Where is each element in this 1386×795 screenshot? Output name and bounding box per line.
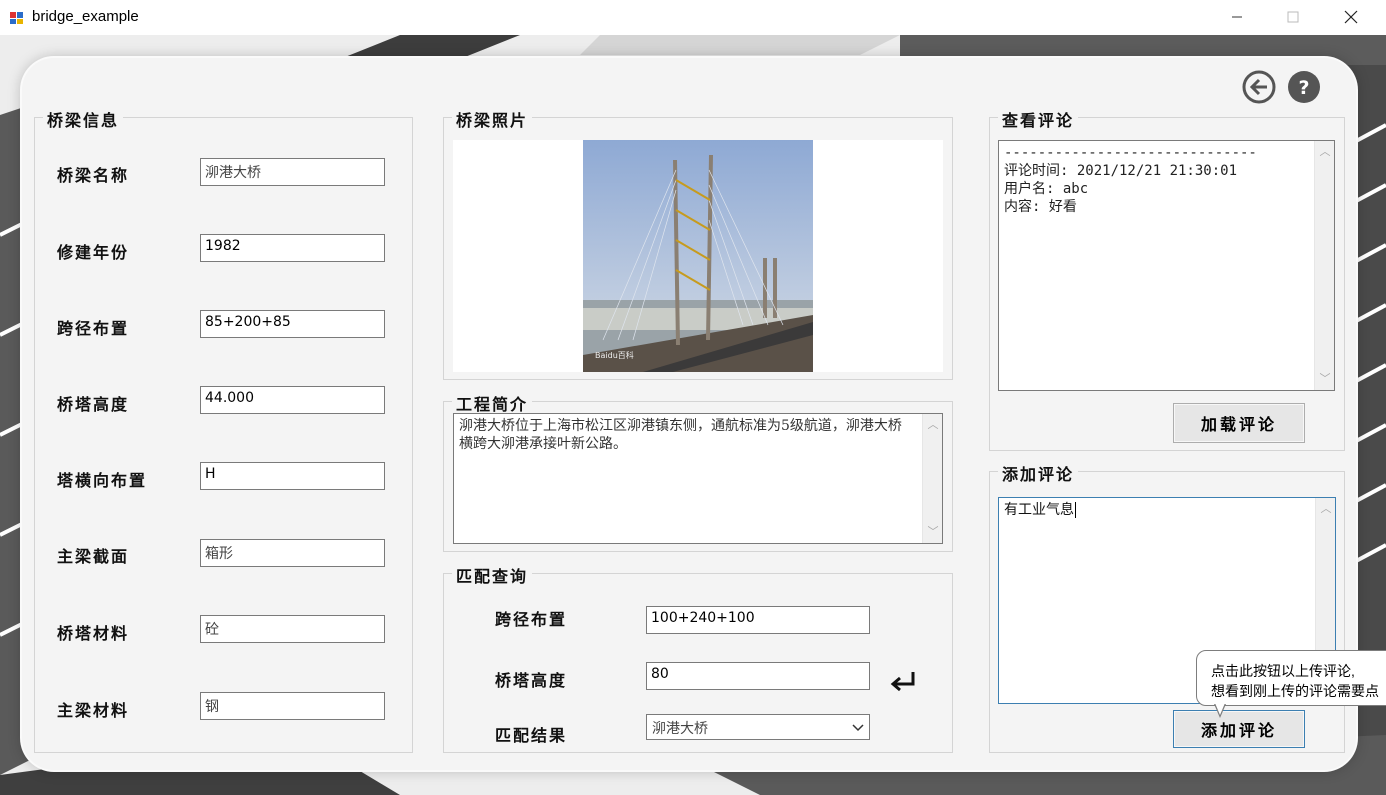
bridge-info-group: 桥梁信息 [34,107,413,753]
bridge-photo-image: Baidu百科 [583,140,813,372]
tooltip-line-2: 想看到刚上传的评论需要点 [1211,683,1379,699]
tower-height-label: 桥塔高度 [57,395,130,414]
scroll-up-icon[interactable]: ︿ [923,416,943,434]
build-year-field[interactable]: 1982 [200,234,385,262]
app-icon [10,12,23,24]
match-height-label: 桥塔高度 [495,671,568,690]
load-comments-button[interactable]: 加载评论 [1173,403,1305,443]
scroll-down-icon[interactable]: ﹀ [1315,370,1335,388]
tooltip-line-1: 点击此按钮以上传评论, [1211,663,1355,679]
girder-section-field[interactable]: 箱形 [200,539,385,567]
build-year-label: 修建年份 [57,243,130,262]
bridge-photo-legend: 桥梁照片 [452,107,533,131]
close-button[interactable] [1328,0,1374,34]
girder-material-label: 主梁材料 [57,701,130,720]
window-titlebar: bridge_example [0,0,1386,35]
bridge-info-legend: 桥梁信息 [43,107,124,131]
comments-display[interactable]: ------------------------------ 评论时间: 202… [998,140,1335,391]
scroll-up-icon[interactable]: ︿ [1316,500,1336,518]
add-comment-button[interactable]: 添加评论 [1173,710,1305,748]
bridge-name-label: 桥梁名称 [57,166,130,185]
girder-material-field[interactable]: 钢 [200,692,385,720]
enter-return-icon[interactable] [889,670,917,694]
view-comments-legend: 查看评论 [998,107,1079,131]
comment-divider: ------------------------------ [1004,145,1257,161]
match-result-value: 泖港大桥 [652,721,708,737]
comment-user: 用户名: abc [1004,181,1089,197]
tower-transverse-label: 塔横向布置 [57,471,148,490]
tower-material-field[interactable]: 砼 [200,615,385,643]
maximize-button[interactable] [1270,0,1316,34]
comments-scrollbar[interactable]: ︿ ﹀ [1314,141,1334,390]
scroll-down-icon[interactable]: ﹀ [923,523,943,541]
project-intro-legend: 工程简介 [452,391,533,415]
tooltip-tail-fill [1215,703,1225,715]
minimize-icon [1232,16,1242,18]
bridge-photo: Baidu百科 [583,140,813,372]
tower-height-field[interactable]: 44.000 [200,386,385,414]
comment-time: 评论时间: 2021/12/21 21:30:01 [1004,163,1238,179]
photo-watermark: Baidu百科 [595,350,634,360]
tooltip: 点击此按钮以上传评论, 想看到刚上传的评论需要点 [1196,650,1386,706]
match-span-field[interactable]: 100+240+100 [646,606,870,634]
span-layout-field[interactable]: 85+200+85 [200,310,385,338]
text-caret [1075,502,1076,518]
span-layout-label: 跨径布置 [57,319,130,338]
chevron-down-icon[interactable] [851,718,865,736]
intro-scrollbar[interactable]: ︿ ﹀ [922,414,942,543]
project-intro-text: 泖港大桥位于上海市松江区泖港镇东侧，通航标准为5级航道，泖港大桥横跨大泖港承接叶… [459,418,902,452]
scroll-up-icon[interactable]: ︿ [1315,143,1335,161]
help-icon[interactable]: ? [1287,70,1321,104]
minimize-button[interactable] [1214,0,1260,34]
tower-transverse-field[interactable]: H [200,462,385,490]
girder-section-label: 主梁截面 [57,547,130,566]
comment-input-text: 有工业气息 [1004,502,1074,518]
svg-text:?: ? [1298,77,1309,99]
match-query-legend: 匹配查询 [452,563,533,587]
match-result-select[interactable]: 泖港大桥 [646,714,870,740]
tower-material-label: 桥塔材料 [57,624,130,643]
project-intro-textarea[interactable]: 泖港大桥位于上海市松江区泖港镇东侧，通航标准为5级航道，泖港大桥横跨大泖港承接叶… [453,413,943,544]
match-result-label: 匹配结果 [495,726,568,745]
add-comment-legend: 添加评论 [998,461,1079,485]
match-span-label: 跨径布置 [495,610,568,629]
back-arrow-icon[interactable] [1242,70,1276,104]
comment-content: 内容: 好看 [1004,199,1077,215]
match-height-field[interactable]: 80 [646,662,870,690]
maximize-icon [1287,11,1299,23]
window-title: bridge_example [32,8,139,25]
bridge-name-field[interactable]: 泖港大桥 [200,158,385,186]
close-icon [1344,10,1358,24]
